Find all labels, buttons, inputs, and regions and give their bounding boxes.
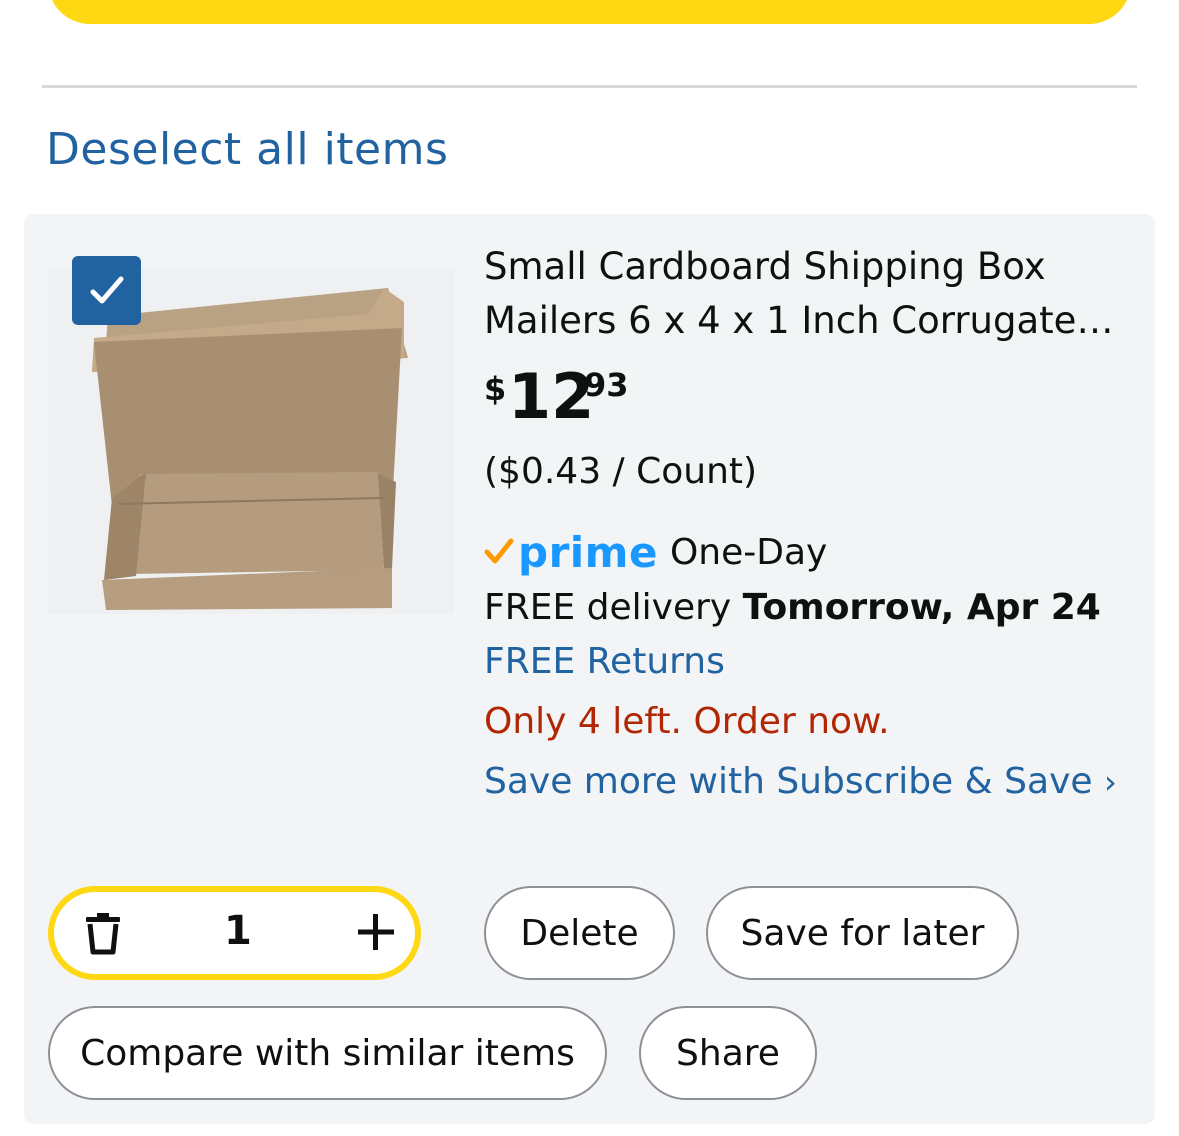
prime-badge: prime One-Day bbox=[484, 528, 1134, 577]
plus-icon[interactable] bbox=[356, 912, 396, 956]
item-info: Small Cardboard Shipping Box Mailers 6 x… bbox=[484, 240, 1134, 812]
subscribe-save-label: Save more with Subscribe & Save bbox=[484, 761, 1093, 802]
delete-button[interactable]: Delete bbox=[484, 886, 675, 980]
subscribe-save-link[interactable]: Save more with Subscribe & Save › bbox=[484, 752, 1134, 812]
product-price: $ 12 93 bbox=[484, 360, 1134, 433]
deselect-all-link[interactable]: Deselect all items bbox=[46, 124, 448, 175]
share-button[interactable]: Share bbox=[639, 1006, 817, 1100]
save-for-later-button[interactable]: Save for later bbox=[706, 886, 1019, 980]
divider bbox=[42, 85, 1137, 88]
product-title[interactable]: Small Cardboard Shipping Box Mailers 6 x… bbox=[484, 240, 1134, 348]
cart-item-card: Small Cardboard Shipping Box Mailers 6 x… bbox=[24, 214, 1155, 1124]
quantity-value: 1 bbox=[224, 908, 252, 954]
checkmark-icon bbox=[90, 276, 123, 303]
stock-status: Only 4 left. Order now. bbox=[484, 701, 890, 742]
prime-wordmark: prime bbox=[518, 527, 658, 577]
proceed-to-checkout-button[interactable] bbox=[48, 0, 1131, 24]
price-fraction: 93 bbox=[584, 366, 629, 404]
unit-price: ($0.43 / Count) bbox=[484, 451, 758, 492]
prime-delivery-tag: One-Day bbox=[669, 531, 828, 573]
item-checkbox[interactable] bbox=[72, 256, 141, 325]
prime-check-icon bbox=[484, 538, 514, 564]
delivery-info: FREE delivery Tomorrow, Apr 24 bbox=[484, 580, 1134, 636]
free-returns-link[interactable]: FREE Returns bbox=[484, 636, 1134, 688]
chevron-right-icon: › bbox=[1103, 763, 1117, 801]
delivery-prefix: FREE delivery bbox=[484, 587, 732, 628]
delivery-date: Tomorrow, Apr 24 bbox=[742, 587, 1101, 628]
compare-similar-button[interactable]: Compare with similar items bbox=[48, 1006, 607, 1100]
quantity-stepper[interactable]: 1 bbox=[48, 886, 421, 980]
trash-icon[interactable] bbox=[82, 912, 124, 960]
price-currency: $ bbox=[484, 370, 507, 408]
prime-logo: prime bbox=[484, 528, 658, 577]
price-whole: 12 bbox=[508, 360, 595, 433]
